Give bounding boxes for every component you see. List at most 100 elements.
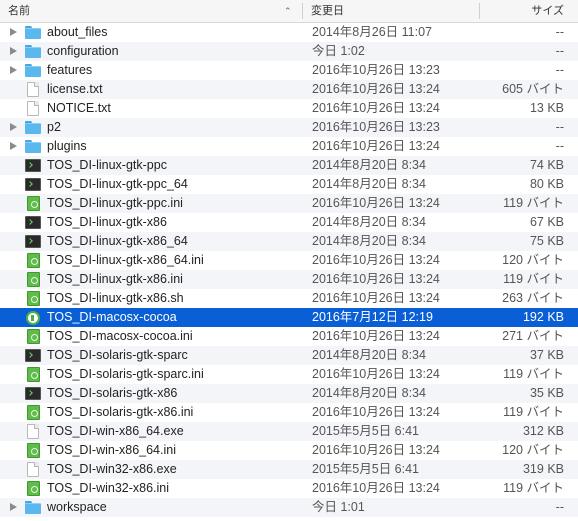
file-size: 119 バイト (503, 272, 564, 286)
terminal-executable-icon (25, 386, 41, 401)
disclosure-triangle-icon[interactable] (8, 23, 18, 42)
file-size: 120 バイト (502, 443, 564, 457)
file-size: 263 バイト (502, 291, 564, 305)
disclosure-triangle-icon[interactable] (8, 118, 18, 137)
file-modified-date: 2016年7月12日 12:19 (312, 310, 433, 324)
folder-icon (25, 120, 41, 135)
file-modified-date: 2014年8月26日 11:07 (312, 25, 432, 39)
file-size: 13 KB (529, 101, 564, 115)
file-modified-date: 2016年10月26日 13:24 (312, 101, 440, 115)
file-modified-date: 2014年8月20日 8:34 (312, 177, 426, 191)
file-name: TOS_DI-linux-gtk-ppc_64 (47, 177, 188, 191)
config-file-icon (25, 405, 41, 420)
file-size: -- (555, 25, 564, 39)
file-modified-date: 2016年10月26日 13:24 (312, 139, 440, 153)
file-row[interactable]: configuration 今日 1:02 -- (0, 42, 578, 61)
file-row[interactable]: TOS_DI-solaris-gtk-sparc 2014年8月20日 8:34 3… (0, 346, 578, 365)
file-row[interactable]: TOS_DI-linux-gtk-x86 2014年8月20日 8:34 67 KB (0, 213, 578, 232)
file-name: TOS_DI-win-x86_64.ini (47, 443, 176, 457)
file-size: -- (555, 500, 564, 514)
file-name: TOS_DI-linux-gtk-ppc (47, 158, 167, 172)
file-size: 35 KB (529, 386, 564, 400)
file-size: 120 バイト (502, 253, 564, 267)
file-name: TOS_DI-solaris-gtk-sparc (47, 348, 188, 362)
application-icon (25, 310, 41, 325)
file-size: 312 KB (522, 424, 564, 438)
terminal-executable-icon (25, 348, 41, 363)
file-row[interactable]: TOS_DI-linux-gtk-x86_64.ini 2016年10月26日 1… (0, 251, 578, 270)
file-row[interactable]: p2 2016年10月26日 13:23 -- (0, 118, 578, 137)
file-row[interactable]: license.txt 2016年10月26日 13:24 605 バイト (0, 80, 578, 99)
file-modified-date: 2016年10月26日 13:24 (312, 405, 440, 419)
disclosure-triangle-icon[interactable] (8, 137, 18, 156)
column-divider[interactable] (479, 3, 480, 19)
file-row[interactable]: TOS_DI-linux-gtk-x86.sh 2016年10月26日 13:24… (0, 289, 578, 308)
terminal-executable-icon (25, 234, 41, 249)
terminal-executable-icon (25, 215, 41, 230)
file-list: about_files 2014年8月26日 11:07 -- configurati… (0, 23, 578, 517)
file-row[interactable]: TOS_DI-win-x86_64.exe 2015年5月5日 6:41 312 K… (0, 422, 578, 441)
file-row[interactable]: TOS_DI-linux-gtk-x86.ini 2016年10月26日 13:2… (0, 270, 578, 289)
file-row[interactable]: TOS_DI-solaris-gtk-x86.ini 2016年10月26日 13… (0, 403, 578, 422)
document-icon (25, 101, 41, 116)
disclosure-triangle-icon[interactable] (8, 61, 18, 80)
column-header-name[interactable]: 名前 (8, 0, 30, 22)
file-modified-date: 2016年10月26日 13:23 (312, 63, 440, 77)
file-name: about_files (47, 25, 108, 39)
file-name: TOS_DI-win-x86_64.exe (47, 424, 184, 438)
file-row[interactable]: TOS_DI-linux-gtk-ppc_64 2014年8月20日 8:34 80… (0, 175, 578, 194)
file-name: TOS_DI-linux-gtk-ppc.ini (47, 196, 183, 210)
file-size: 119 バイト (503, 196, 564, 210)
file-row[interactable]: TOS_DI-win32-x86.exe 2015年5月5日 6:41 319 KB (0, 460, 578, 479)
config-file-icon (25, 291, 41, 306)
column-header-size[interactable]: サイズ (531, 0, 564, 22)
file-size: -- (555, 139, 564, 153)
file-name: license.txt (47, 82, 103, 96)
file-size: 605 バイト (502, 82, 564, 96)
file-row[interactable]: TOS_DI-macosx-cocoa.ini 2016年10月26日 13:24… (0, 327, 578, 346)
file-name: configuration (47, 44, 119, 58)
folder-icon (25, 139, 41, 154)
file-modified-date: 2015年5月5日 6:41 (312, 424, 420, 438)
file-row[interactable]: TOS_DI-solaris-gtk-x86 2014年8月20日 8:34 35 … (0, 384, 578, 403)
disclosure-triangle-icon[interactable] (8, 498, 18, 517)
file-modified-date: 2014年8月20日 8:34 (312, 234, 426, 248)
file-row[interactable]: TOS_DI-macosx-cocoa 2016年7月12日 12:19 192 K… (0, 308, 578, 327)
file-row[interactable]: about_files 2014年8月26日 11:07 -- (0, 23, 578, 42)
file-row[interactable]: workspace 今日 1:01 -- (0, 498, 578, 517)
file-name: TOS_DI-linux-gtk-x86_64 (47, 234, 188, 248)
file-name: TOS_DI-solaris-gtk-sparc.ini (47, 367, 204, 381)
file-name: TOS_DI-macosx-cocoa (47, 310, 177, 324)
folder-icon (25, 63, 41, 78)
column-header-modified[interactable]: 変更日 (311, 0, 344, 22)
file-row[interactable]: TOS_DI-win32-x86.ini 2016年10月26日 13:24 119… (0, 479, 578, 498)
file-row[interactable]: TOS_DI-win-x86_64.ini 2016年10月26日 13:24 12… (0, 441, 578, 460)
file-name: workspace (47, 500, 107, 514)
file-row[interactable]: plugins 2016年10月26日 13:24 -- (0, 137, 578, 156)
file-row[interactable]: TOS_DI-linux-gtk-x86_64 2014年8月20日 8:34 75… (0, 232, 578, 251)
config-file-icon (25, 443, 41, 458)
file-size: -- (555, 44, 564, 58)
file-name: TOS_DI-win32-x86.exe (47, 462, 177, 476)
file-size: 74 KB (529, 158, 564, 172)
file-row[interactable]: TOS_DI-linux-gtk-ppc.ini 2016年10月26日 13:2… (0, 194, 578, 213)
sort-ascending-icon[interactable]: ⌃ (284, 0, 292, 22)
document-icon (25, 424, 41, 439)
document-icon (25, 462, 41, 477)
file-modified-date: 2016年10月26日 13:24 (312, 253, 440, 267)
file-name: TOS_DI-solaris-gtk-x86.ini (47, 405, 194, 419)
file-row[interactable]: TOS_DI-linux-gtk-ppc 2014年8月20日 8:34 74 KB (0, 156, 578, 175)
file-name: plugins (47, 139, 87, 153)
file-row[interactable]: features 2016年10月26日 13:23 -- (0, 61, 578, 80)
file-modified-date: 2016年10月26日 13:24 (312, 82, 440, 96)
file-modified-date: 今日 1:01 (312, 500, 365, 514)
file-row[interactable]: TOS_DI-solaris-gtk-sparc.ini 2016年10月26日 … (0, 365, 578, 384)
config-file-icon (25, 196, 41, 211)
disclosure-triangle-icon[interactable] (8, 42, 18, 61)
file-name: TOS_DI-win32-x86.ini (47, 481, 170, 495)
file-name: TOS_DI-linux-gtk-x86.sh (47, 291, 184, 305)
file-modified-date: 2014年8月20日 8:34 (312, 158, 426, 172)
file-row[interactable]: NOTICE.txt 2016年10月26日 13:24 13 KB (0, 99, 578, 118)
file-size: -- (555, 63, 564, 77)
column-divider[interactable] (302, 3, 303, 19)
